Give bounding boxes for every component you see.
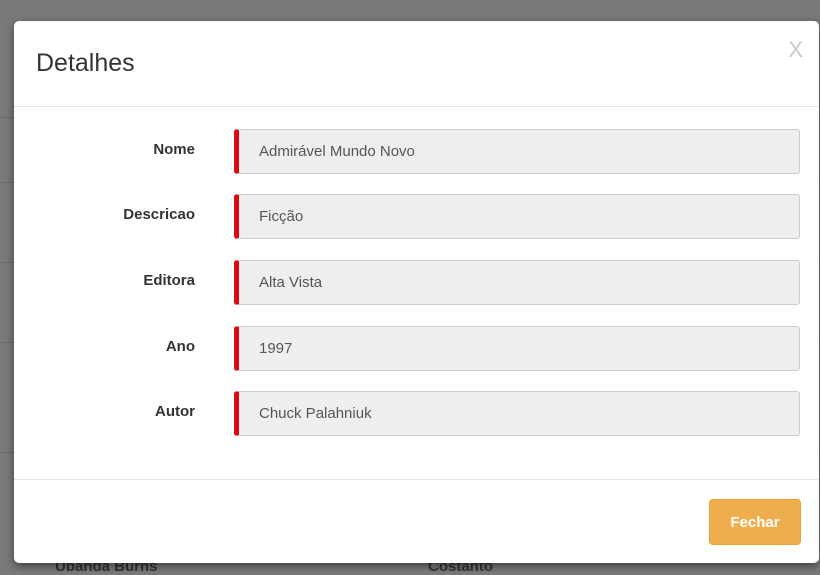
modal-title: Detalhes — [36, 49, 135, 77]
field-label: Autor — [155, 403, 195, 420]
autor-field[interactable]: Chuck Palahniuk — [234, 391, 800, 436]
modal-body: Nome Admirável Mundo Novo Descricao Ficç… — [14, 107, 819, 479]
field-label: Editora — [143, 272, 195, 289]
nome-field[interactable]: Admirável Mundo Novo — [234, 129, 800, 174]
form-row-editora: Editora Alta Vista — [14, 260, 819, 305]
modal-header: Detalhes X — [14, 21, 819, 107]
form-row-descricao: Descricao Ficção — [14, 194, 819, 239]
ano-field[interactable]: 1997 — [234, 326, 800, 371]
field-label: Ano — [165, 338, 195, 355]
descricao-field[interactable]: Ficção — [234, 194, 800, 239]
field-label: Descricao — [123, 206, 195, 223]
field-label: Nome — [153, 141, 195, 158]
form-row-nome: Nome Admirável Mundo Novo — [14, 129, 819, 174]
modal-footer: Fechar — [14, 479, 819, 564]
fechar-button[interactable]: Fechar — [709, 499, 801, 545]
form-row-autor: Autor Chuck Palahniuk — [14, 391, 819, 436]
close-icon[interactable]: X — [788, 37, 803, 63]
editora-field[interactable]: Alta Vista — [234, 260, 800, 305]
form-row-ano: Ano 1997 — [14, 326, 819, 371]
details-modal: Detalhes X Nome Admirável Mundo Novo Des… — [14, 21, 819, 563]
